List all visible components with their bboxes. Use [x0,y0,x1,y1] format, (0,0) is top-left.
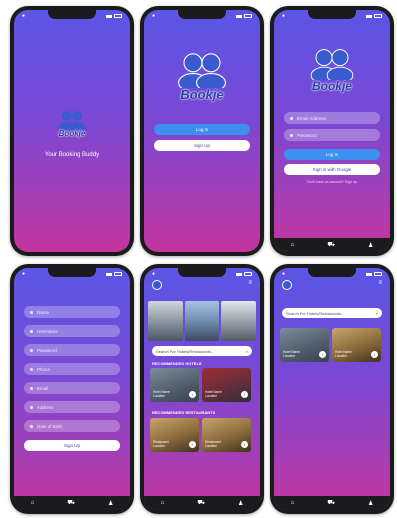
notch [178,10,226,19]
brand-name: Bookje [311,79,352,93]
email-field[interactable]: Email Address [284,112,380,124]
phone-splash: ● Bookje Your Booking Buddy [10,6,134,256]
card-caption: Hotel Name Location [205,390,222,399]
cart-icon[interactable]: ⛟ [197,499,205,507]
login-screen: ● Bookje Email Address Password Log In S… [274,10,390,252]
card-caption: Restaurant Location [205,440,221,449]
brand-name: Bookje [58,129,86,138]
section-title-hotels: RECOMMENDED HOTELS [152,361,202,366]
chevron-right-icon[interactable]: › [189,441,196,448]
signup-submit-button[interactable]: Sign Up [24,440,120,451]
home-icon[interactable]: ⌂ [31,500,35,506]
name-field[interactable]: Name [24,306,120,318]
login-submit-button[interactable]: Log In [284,149,380,160]
phone-home: ● ≡ Search For Hotels/Restaurants... ⌕ R… [140,264,264,514]
hotel-card[interactable]: Hotel Name Location › [202,368,251,402]
tagline: Your Booking Buddy [44,152,100,158]
password-field[interactable]: Password [284,129,380,141]
home-icon[interactable]: ⌂ [291,500,295,506]
address-field[interactable]: Address [24,401,120,413]
users-icon [310,49,354,80]
profile-icon[interactable]: ♟ [238,500,243,507]
brand-name: Bookje [180,87,224,102]
hotel-card[interactable]: Hotel Name Location › [150,368,199,402]
phone-signup: ● Name Username Password Phone Email Add… [10,264,134,514]
menu-icon[interactable]: ≡ [248,280,252,286]
bottom-nav: ⌂ ⛟ ♟ [14,496,130,510]
search-icon[interactable]: ⌕ [246,349,248,354]
cart-icon[interactable]: ⛟ [67,499,75,507]
welcome-screen: ● Bookje Log In Sign Up [144,10,260,252]
menu-icon[interactable]: ≡ [378,280,382,286]
cart-icon[interactable]: ⛟ [327,499,335,507]
phone-login: ● Bookje Email Address Password Log In S… [270,6,394,256]
results-screen: ● ≡ Search For Hotels/Restaurants... ⌕ H… [274,268,390,510]
hero-banner [148,301,257,341]
notch [308,268,356,277]
users-icon [59,111,85,130]
banner-image [184,301,220,341]
search-placeholder: Search For Hotels/Restaurants... [286,310,345,316]
app-logo-icon[interactable] [282,280,292,290]
phone-welcome: ● Bookje Log In Sign Up [140,6,264,256]
notch [308,10,356,19]
card-caption: Hotel Name Location [153,390,170,399]
search-input[interactable]: Search For Hotels/Restaurants... ⌕ [282,308,382,318]
search-placeholder: Search For Hotels/Restaurants... [156,348,215,354]
users-icon [178,53,226,88]
bottom-nav: ⌂ ⛟ ♟ [144,496,260,510]
phone-results: ● ≡ Search For Hotels/Restaurants... ⌕ H… [270,264,394,514]
dob-field[interactable]: Date of Birth [24,420,120,432]
username-field[interactable]: Username [24,325,120,337]
splash-screen: ● Bookje Your Booking Buddy [14,10,130,252]
home-icon[interactable]: ⌂ [161,500,165,506]
restaurant-card[interactable]: Restaurant Location › [150,418,199,452]
google-signin-button[interactable]: Sign in with Google [284,164,380,175]
chevron-right-icon[interactable]: › [241,441,248,448]
brand-logo: Bookje [57,110,87,138]
chevron-right-icon[interactable]: › [241,391,248,398]
brand-logo: Bookje [308,48,356,92]
chevron-right-icon[interactable]: › [371,351,378,358]
section-title-restaurants: RECOMMENDED RESTAURANTS [152,410,216,415]
brand-logo: Bookje [175,52,229,101]
notch [48,10,96,19]
banner-image [221,301,257,341]
phone-field[interactable]: Phone [24,363,120,375]
restaurant-card[interactable]: Restaurant Location › [202,418,251,452]
app-logo-icon[interactable] [152,280,162,290]
email-field[interactable]: Email [24,382,120,394]
bottom-nav: ⌂ ⛟ ♟ [274,238,390,252]
signup-screen: ● Name Username Password Phone Email Add… [14,268,130,510]
card-caption: Restaurant Location [153,440,169,449]
signup-link[interactable]: Don't have an account? Sign up [274,180,390,184]
profile-icon[interactable]: ♟ [368,242,373,249]
search-input[interactable]: Search For Hotels/Restaurants... ⌕ [152,346,252,356]
card-caption: Hotel Name Location [335,350,352,359]
chevron-right-icon[interactable]: › [319,351,326,358]
login-button[interactable]: Log In [154,124,250,135]
password-field[interactable]: Password [24,344,120,356]
result-card[interactable]: Hotel Name Location › [280,328,329,362]
profile-icon[interactable]: ♟ [108,500,113,507]
notch [48,268,96,277]
search-icon[interactable]: ⌕ [376,311,378,316]
signup-button[interactable]: Sign Up [154,140,250,151]
banner-image [148,301,183,341]
notch [178,268,226,277]
card-caption: Hotel Name Location [283,350,300,359]
home-screen: ● ≡ Search For Hotels/Restaurants... ⌕ R… [144,268,260,510]
home-icon[interactable]: ⌂ [291,242,295,248]
cart-icon[interactable]: ⛟ [327,241,335,249]
result-card[interactable]: Hotel Name Location › [332,328,381,362]
chevron-right-icon[interactable]: › [189,391,196,398]
bottom-nav: ⌂ ⛟ ♟ [274,496,390,510]
profile-icon[interactable]: ♟ [368,500,373,507]
